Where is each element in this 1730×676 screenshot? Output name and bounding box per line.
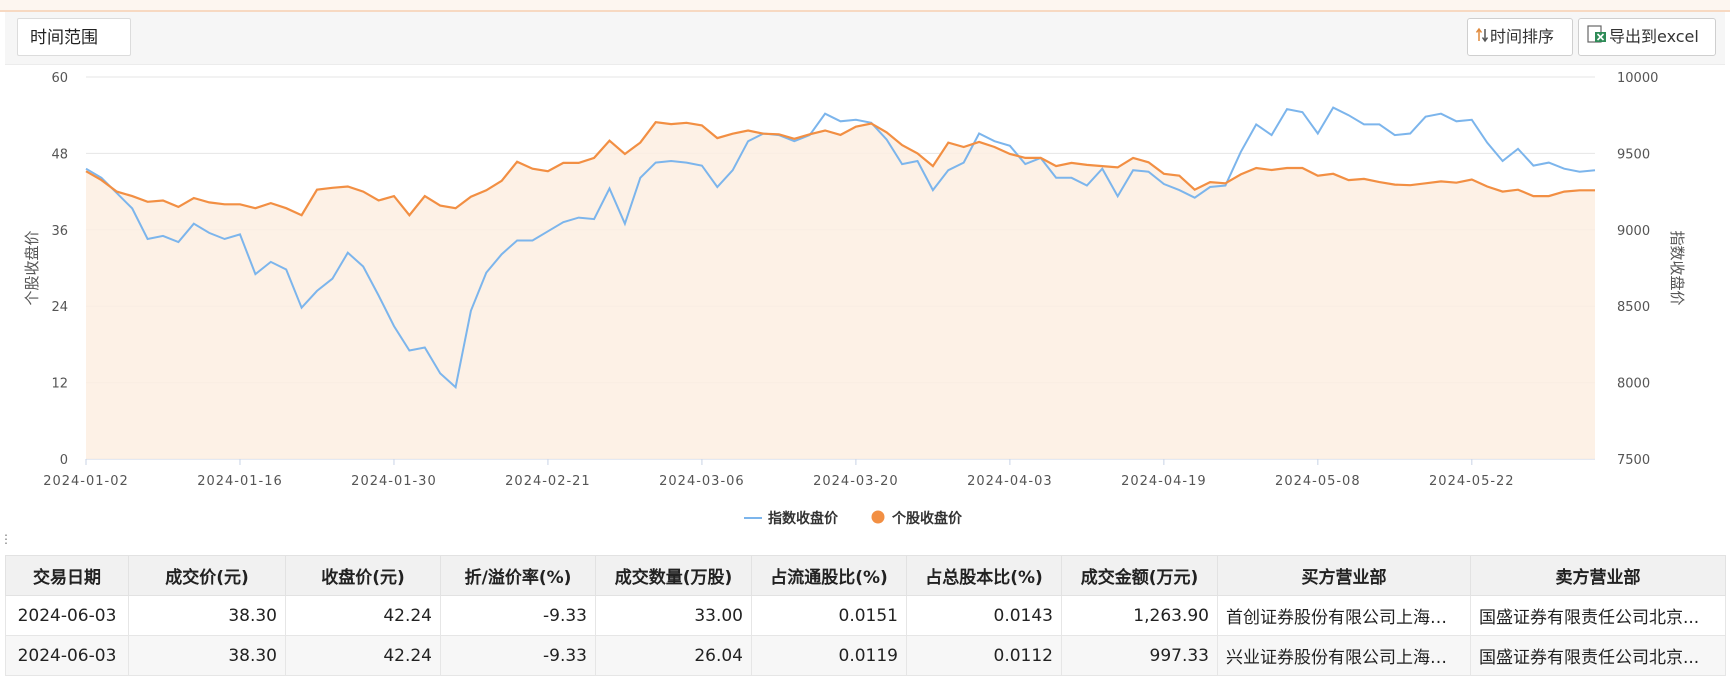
table-cell: 0.0112: [906, 635, 1062, 676]
export-excel-label: 导出到excel: [1609, 27, 1699, 46]
table-cell: -9.33: [440, 595, 596, 636]
table-cell: 1,263.90: [1061, 595, 1218, 636]
toolbar: 时间范围 时间排序 导出到excel: [5, 12, 1725, 65]
column-header[interactable]: 折/溢价率(%): [440, 555, 596, 596]
y-right-tick-label: 8000: [1617, 377, 1650, 392]
sort-arrows-icon: [1475, 20, 1489, 56]
column-header[interactable]: 成交价(元): [128, 555, 286, 596]
time-sort-label: 时间排序: [1490, 27, 1555, 46]
y-left-tick-label: 0: [60, 453, 68, 468]
time-sort-button[interactable]: 时间排序: [1467, 18, 1573, 56]
x-tick-label: 2024-01-30: [351, 474, 437, 489]
table-cell: 42.24: [285, 635, 441, 676]
y-right-tick-label: 10000: [1617, 71, 1658, 86]
top-strip: [0, 0, 1730, 12]
table-cell: 0.0143: [906, 595, 1062, 636]
column-header[interactable]: 占总股本比(%): [906, 555, 1062, 596]
column-header[interactable]: 成交金额(万元): [1061, 555, 1218, 596]
y-left-tick-label: 48: [51, 147, 68, 162]
table-cell: 国盛证券有限责任公司北京...: [1470, 635, 1726, 676]
table-cell: 2024-06-03: [5, 595, 129, 636]
y-left-tick-label: 24: [51, 300, 68, 315]
table-cell: -9.33: [440, 635, 596, 676]
x-tick-label: 2024-03-06: [659, 474, 745, 489]
column-header[interactable]: 收盘价(元): [285, 555, 441, 596]
y-right-axis-title: 指数收盘价: [1668, 230, 1686, 305]
x-tick-label: 2024-02-21: [505, 474, 591, 489]
table-cell: 38.30: [128, 635, 286, 676]
x-tick-label: 2024-05-22: [1429, 474, 1515, 489]
column-header[interactable]: 交易日期: [5, 555, 129, 596]
column-header[interactable]: 买方营业部: [1217, 555, 1471, 596]
table-cell: 0.0151: [751, 595, 907, 636]
y-left-tick-label: 36: [51, 224, 68, 239]
table-header-row: 交易日期 成交价(元) 收盘价(元) 折/溢价率(%) 成交数量(万股) 占流通股比(%)…: [5, 555, 1726, 596]
resize-handle-icon[interactable]: ⋮: [0, 533, 12, 545]
table-cell: 33.00: [595, 595, 752, 636]
x-tick-label: 2024-03-20: [813, 474, 899, 489]
y-right-tick-label: 9000: [1617, 224, 1650, 239]
legend-stock-label: 个股收盘价: [891, 510, 963, 527]
table-cell: 997.33: [1061, 635, 1218, 676]
y-left-tick-label: 12: [51, 377, 68, 392]
table-cell: 兴业证券股份有限公司上海分...: [1217, 635, 1471, 676]
x-tick-label: 2024-01-16: [197, 474, 283, 489]
table-cell: 2024-06-03: [5, 635, 129, 676]
legend-index-label: 指数收盘价: [768, 510, 839, 527]
export-excel-button[interactable]: 导出到excel: [1578, 18, 1716, 56]
table-cell: 首创证券股份有限公司上海共...: [1217, 595, 1471, 636]
price-line-chart: 0 12 24 36 48 60 7500 8000 8500 9000 9500 10000 个股收盘…: [23, 71, 1686, 527]
table-row[interactable]: 2024-06-03 38.30 42.24 -9.33 33.00 0.0151 0.01…: [5, 595, 1726, 636]
table-cell: 0.0119: [751, 635, 907, 676]
table-row[interactable]: 2024-06-03 38.30 42.24 -9.33 26.04 0.0119 0.01…: [5, 635, 1726, 676]
table-cell: 国盛证券有限责任公司北京...: [1470, 595, 1726, 636]
excel-export-icon: [1587, 20, 1607, 56]
table-cell: 26.04: [595, 635, 752, 676]
y-right-tick-label: 8500: [1617, 300, 1650, 315]
table-cell: 38.30: [128, 595, 286, 636]
x-tick-label: 2024-05-08: [1275, 474, 1361, 489]
y-left-tick-label: 60: [51, 71, 68, 86]
y-right-tick-label: 9500: [1617, 147, 1650, 162]
x-tick-label: 2024-04-19: [1121, 474, 1207, 489]
x-tick-label: 2024-04-03: [967, 474, 1053, 489]
block-trade-table: 交易日期 成交价(元) 收盘价(元) 折/溢价率(%) 成交数量(万股) 占流通股比(%)…: [5, 555, 1726, 676]
stock-price-area: [86, 122, 1595, 459]
column-header[interactable]: 成交数量(万股): [595, 555, 752, 596]
y-right-tick-label: 7500: [1617, 453, 1650, 468]
y-left-axis-title: 个股收盘价: [23, 230, 41, 305]
table-cell: 42.24: [285, 595, 441, 636]
column-header[interactable]: 卖方营业部: [1470, 555, 1726, 596]
legend-stock-swatch: [871, 510, 885, 524]
time-range-button[interactable]: 时间范围: [17, 18, 131, 56]
x-tick-label: 2024-01-02: [43, 474, 129, 489]
column-header[interactable]: 占流通股比(%): [751, 555, 907, 596]
